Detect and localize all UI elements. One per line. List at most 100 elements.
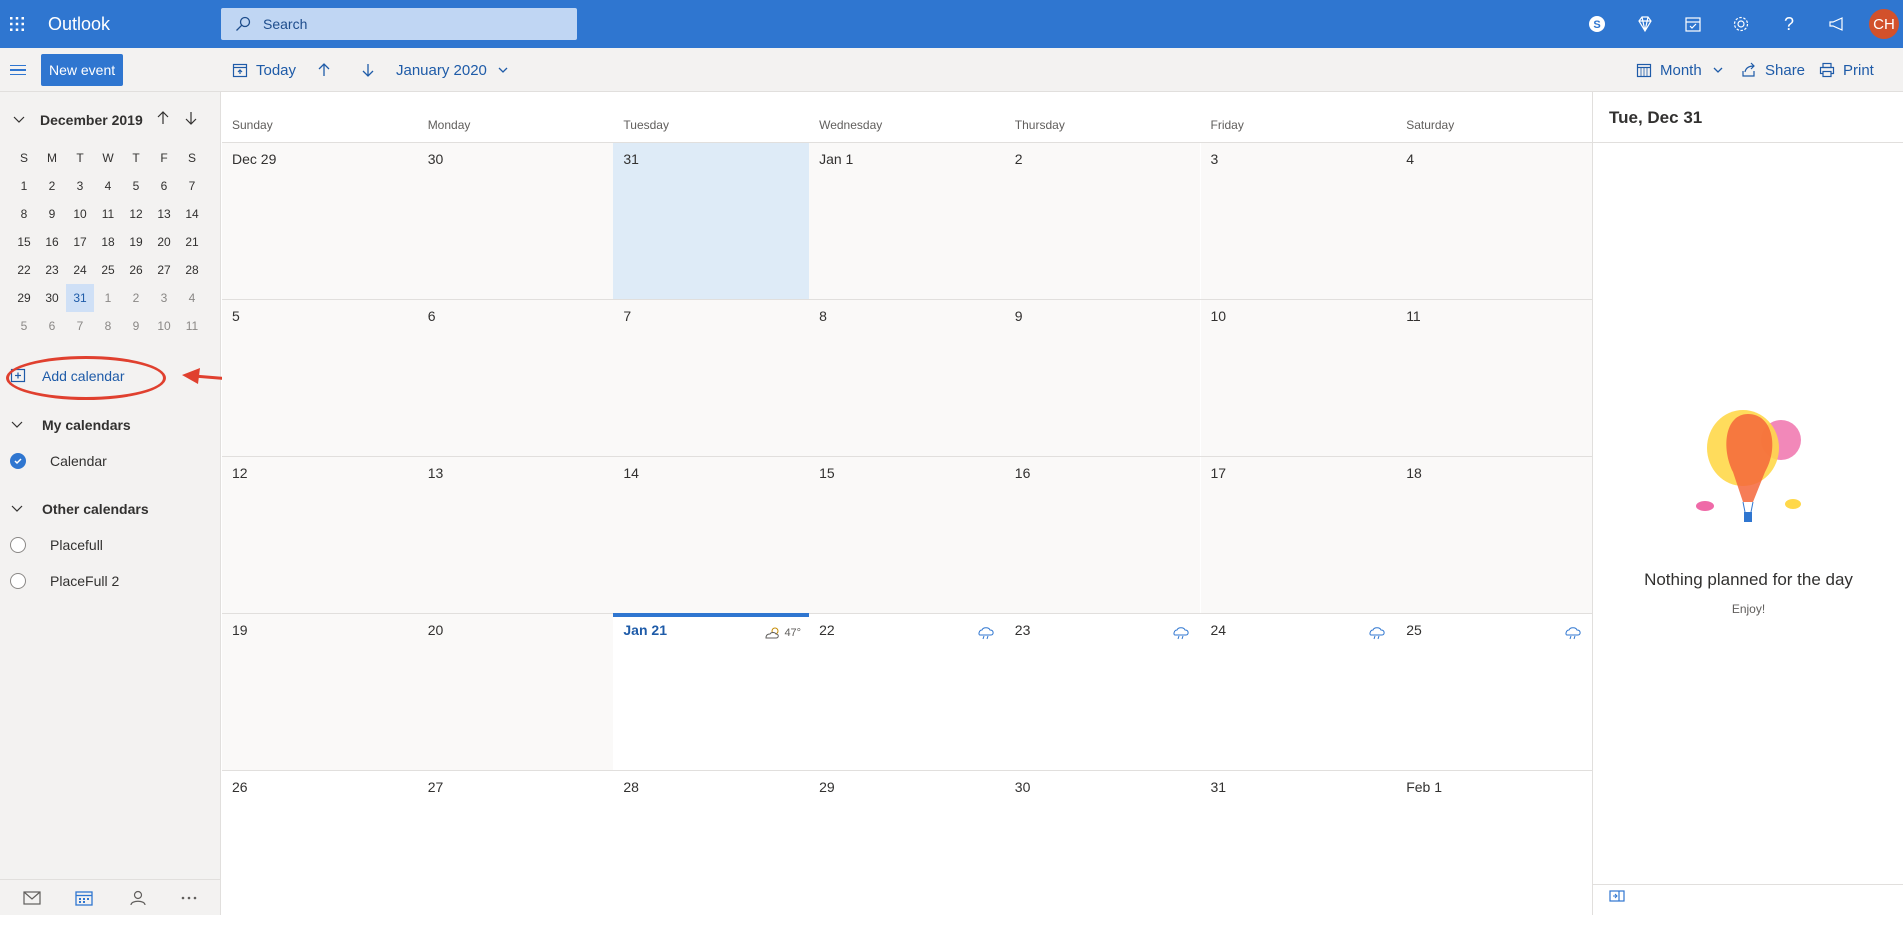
app-launcher-icon[interactable]	[0, 0, 34, 48]
day-cell[interactable]: 6	[417, 300, 614, 457]
day-cell[interactable]: 15	[809, 457, 1005, 614]
mini-calendar-day[interactable]: 17	[66, 228, 94, 256]
search-box[interactable]: Search	[221, 8, 577, 40]
share-button[interactable]: Share	[1741, 48, 1805, 92]
day-cell[interactable]: Jan 21 47°	[613, 613, 810, 771]
new-event-button[interactable]: New event	[41, 54, 124, 86]
weather-forecast[interactable]: 47°	[764, 626, 801, 640]
mini-calendar-day[interactable]: 1	[94, 284, 122, 312]
other-calendars-header[interactable]: Other calendars	[10, 498, 149, 520]
day-cell[interactable]: 23	[1004, 614, 1201, 771]
mini-calendar-day[interactable]: 10	[150, 312, 178, 340]
day-cell[interactable]: 2	[1004, 143, 1201, 300]
help-icon[interactable]: ?	[1765, 0, 1813, 48]
skype-icon[interactable]: S	[1573, 0, 1621, 48]
calendar-item-placefull[interactable]: Placefull	[10, 534, 103, 556]
chevron-down-icon[interactable]	[12, 112, 26, 131]
gear-icon[interactable]	[1717, 0, 1765, 48]
print-button[interactable]: Print	[1819, 48, 1874, 92]
day-cell[interactable]: 22	[809, 614, 1005, 771]
mini-calendar-day[interactable]: 26	[122, 256, 150, 284]
view-selector[interactable]: Month	[1636, 48, 1724, 92]
mini-calendar-day[interactable]: 9	[38, 200, 66, 228]
day-cell[interactable]: 28	[613, 771, 810, 928]
mini-calendar-day[interactable]: 8	[94, 312, 122, 340]
hamburger-menu-icon[interactable]	[6, 58, 30, 82]
mini-calendar-day[interactable]: 25	[94, 256, 122, 284]
mini-calendar-day[interactable]: 6	[38, 312, 66, 340]
mini-calendar-day[interactable]: 21	[178, 228, 206, 256]
mini-calendar-day[interactable]: 10	[66, 200, 94, 228]
mini-calendar-day[interactable]: 24	[66, 256, 94, 284]
mini-calendar-day[interactable]: 4	[94, 172, 122, 200]
mini-calendar-day[interactable]: 19	[122, 228, 150, 256]
calendar-item-calendar[interactable]: Calendar	[10, 450, 107, 472]
day-cell[interactable]: 13	[417, 457, 614, 614]
mini-calendar-day[interactable]: 4	[178, 284, 206, 312]
weather-forecast[interactable]	[1564, 626, 1584, 640]
mini-calendar-day[interactable]: 12	[122, 200, 150, 228]
mini-calendar-day[interactable]: 20	[150, 228, 178, 256]
day-cell[interactable]: 16	[1004, 457, 1201, 614]
mini-calendar-day[interactable]: 29	[10, 284, 38, 312]
weather-forecast[interactable]	[1368, 626, 1388, 640]
calendar-icon[interactable]	[69, 883, 99, 913]
day-cell[interactable]: 4	[1396, 143, 1592, 300]
day-cell[interactable]: 8	[809, 300, 1005, 457]
day-cell[interactable]: 14	[613, 457, 810, 614]
mini-calendar-day[interactable]: 28	[178, 256, 206, 284]
mini-calendar-day[interactable]: 30	[38, 284, 66, 312]
more-icon[interactable]	[174, 883, 204, 913]
megaphone-icon[interactable]	[1813, 0, 1861, 48]
day-cell[interactable]: 27	[417, 771, 614, 928]
mini-calendar-day[interactable]: 5	[122, 172, 150, 200]
mini-calendar-day[interactable]: 27	[150, 256, 178, 284]
app-title[interactable]: Outlook	[48, 14, 218, 35]
weather-forecast[interactable]	[1172, 626, 1192, 640]
previous-arrow-icon[interactable]	[316, 48, 340, 92]
mini-calendar-day[interactable]: 18	[94, 228, 122, 256]
day-cell[interactable]: 3	[1200, 143, 1397, 300]
day-cell[interactable]: Jan 1	[809, 143, 1005, 300]
mini-calendar-day[interactable]: 16	[38, 228, 66, 256]
period-selector[interactable]: January 2020	[396, 48, 509, 92]
previous-month-icon[interactable]	[155, 110, 171, 131]
mini-calendar-day[interactable]: 3	[66, 172, 94, 200]
calendar-check-icon[interactable]	[1669, 0, 1717, 48]
calendar-item-placefull-2[interactable]: PlaceFull 2	[10, 570, 119, 592]
day-cell[interactable]: 20	[417, 614, 614, 771]
mini-calendar-day[interactable]: 2	[122, 284, 150, 312]
day-cell[interactable]: 26	[222, 771, 418, 928]
day-cell[interactable]: Feb 1	[1396, 771, 1592, 928]
mini-calendar-day[interactable]: 3	[150, 284, 178, 312]
mini-calendar-day[interactable]: 5	[10, 312, 38, 340]
panel-toggle-icon[interactable]	[1609, 889, 1625, 907]
mini-calendar-day[interactable]: 22	[10, 256, 38, 284]
mini-calendar-day[interactable]: 8	[10, 200, 38, 228]
day-cell[interactable]: 7	[613, 300, 810, 457]
day-cell[interactable]: 31	[613, 143, 810, 300]
day-cell[interactable]: 29	[809, 771, 1005, 928]
mini-calendar-day[interactable]: 13	[150, 200, 178, 228]
my-calendars-header[interactable]: My calendars	[10, 414, 131, 436]
mini-calendar-day[interactable]: 1	[10, 172, 38, 200]
today-button[interactable]: Today	[232, 48, 296, 92]
mini-calendar-day[interactable]: 11	[178, 312, 206, 340]
day-cell[interactable]: Dec 29	[222, 143, 418, 300]
mini-calendar-day[interactable]: 9	[122, 312, 150, 340]
day-cell[interactable]: 12	[222, 457, 418, 614]
mini-calendar-day[interactable]: 31	[66, 284, 94, 312]
day-cell[interactable]: 10	[1200, 300, 1397, 457]
next-arrow-icon[interactable]	[360, 48, 384, 92]
diamond-icon[interactable]	[1621, 0, 1669, 48]
day-cell[interactable]: 11	[1396, 300, 1592, 457]
day-cell[interactable]: 18	[1396, 457, 1592, 614]
mini-calendar-day[interactable]: 23	[38, 256, 66, 284]
day-cell[interactable]: 25	[1396, 614, 1592, 771]
mini-calendar-day[interactable]: 11	[94, 200, 122, 228]
mail-icon[interactable]	[17, 883, 47, 913]
mini-calendar-day[interactable]: 7	[66, 312, 94, 340]
day-cell[interactable]: 17	[1200, 457, 1397, 614]
mini-calendar-day[interactable]: 7	[178, 172, 206, 200]
people-icon[interactable]	[122, 883, 152, 913]
